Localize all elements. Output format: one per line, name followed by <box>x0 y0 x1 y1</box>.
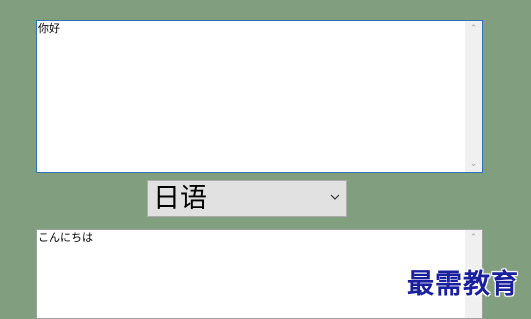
source-text: 你好 <box>38 22 60 35</box>
watermark-logo: 最需教育 <box>407 269 519 300</box>
language-select-value: 日语 <box>153 183 207 214</box>
chevron-down-icon <box>330 194 340 200</box>
scroll-down-icon[interactable]: ⌄ <box>465 157 482 171</box>
scroll-up-icon[interactable]: ⌃ <box>465 22 482 36</box>
source-text-area[interactable]: 你好 ⌃ ⌄ <box>36 20 483 173</box>
scroll-up-icon[interactable]: ⌃ <box>465 231 482 245</box>
language-select[interactable]: 日语 <box>147 180 347 217</box>
target-text: こんにちは <box>38 231 93 244</box>
source-scrollbar[interactable]: ⌃ ⌄ <box>465 21 482 172</box>
